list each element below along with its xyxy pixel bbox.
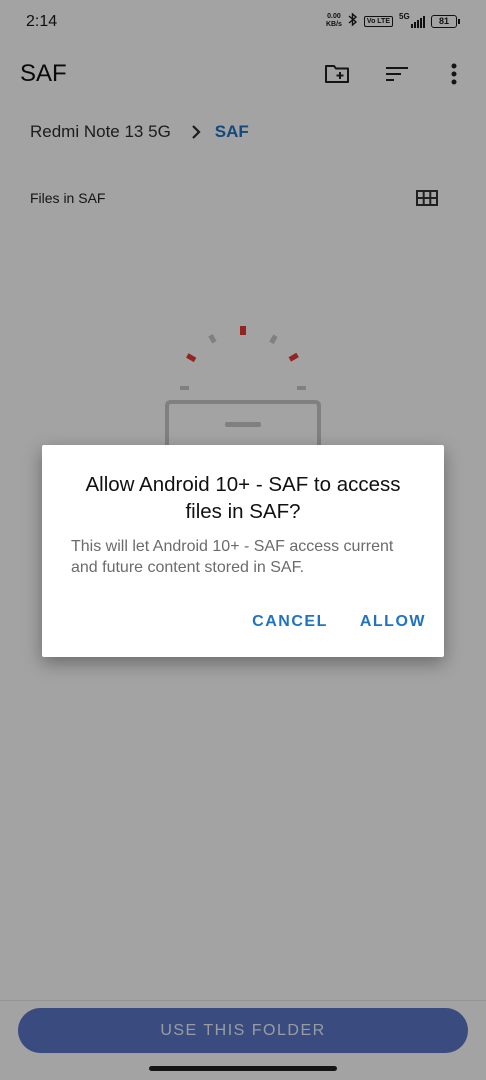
dialog-title: Allow Android 10+ - SAF to access files …	[85, 473, 401, 523]
cancel-button[interactable]: CANCEL	[252, 613, 328, 631]
allow-button[interactable]: ALLOW	[360, 613, 426, 631]
dialog-message: This will let Android 10+ - SAF access c…	[71, 538, 394, 576]
permission-dialog: Allow Android 10+ - SAF to access files …	[42, 445, 444, 657]
dialog-actions: CANCEL ALLOW	[252, 613, 426, 631]
